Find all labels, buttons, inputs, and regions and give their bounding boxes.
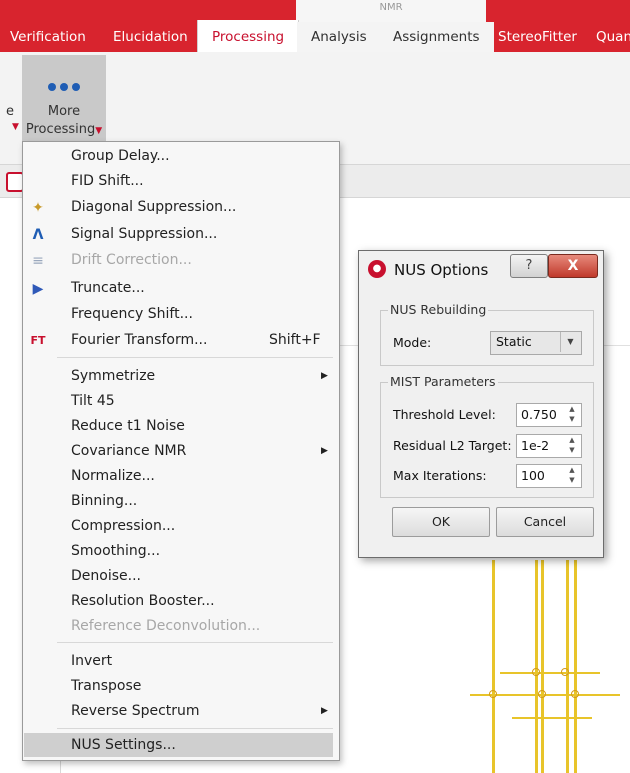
menu-item-normalize[interactable]: Normalize... <box>71 468 155 484</box>
spectrum-trace <box>512 717 592 719</box>
submenu-arrow-icon: ▶ <box>321 706 328 716</box>
menu-item-resolution-booster[interactable]: Resolution Booster... <box>71 593 215 609</box>
more-dots-icon <box>22 76 106 95</box>
threshold-label: Threshold Level: <box>393 407 496 422</box>
spectrum-peak <box>538 690 546 698</box>
tab-processing[interactable]: Processing <box>197 20 300 54</box>
menu-item-truncate[interactable]: Truncate... <box>71 280 145 296</box>
close-button[interactable]: X <box>548 254 598 278</box>
tab-analysis[interactable]: Analysis <box>297 22 381 52</box>
menu-item-group-delay[interactable]: Group Delay... <box>71 148 170 164</box>
mode-value: Static <box>496 334 532 349</box>
spinner-arrows-icon[interactable]: ▲ ▼ <box>565 465 579 485</box>
drift-correction-icon: ≡ <box>32 253 44 269</box>
spinner-arrows-icon[interactable]: ▲ ▼ <box>565 404 579 424</box>
menu-item-denoise[interactable]: Denoise... <box>71 568 141 584</box>
chevron-down-icon[interactable]: ▼ <box>560 332 580 352</box>
ok-button[interactable]: OK <box>392 507 490 537</box>
chevron-down-icon: ▼ <box>12 122 19 132</box>
submenu-arrow-icon: ▶ <box>321 371 328 381</box>
menu-item-drift-correction[interactable]: Drift Correction... <box>71 252 192 268</box>
menu-item-signal-suppression[interactable]: Signal Suppression... <box>71 226 217 242</box>
mist-parameters-label: MIST Parameters <box>388 374 498 389</box>
tab-stereofitter[interactable]: StereoFitter <box>498 22 577 52</box>
tab-assignments[interactable]: Assignments <box>379 22 494 52</box>
iterations-label: Max Iterations: <box>393 468 487 483</box>
mode-label: Mode: <box>393 335 432 350</box>
menu-item-invert[interactable]: Invert <box>71 653 112 669</box>
dialog-title: NUS Options <box>394 261 489 279</box>
menu-item-transpose[interactable]: Transpose <box>71 678 141 694</box>
more-processing-label-2: Processing▼ <box>25 122 103 137</box>
menu-item-diagonal-suppression[interactable]: Diagonal Suppression... <box>71 199 236 215</box>
signal-suppression-icon: Λ <box>32 227 44 243</box>
residual-value: 1e-2 <box>521 438 550 453</box>
spectrum-trace <box>535 560 538 773</box>
nus-rebuilding-label: NUS Rebuilding <box>388 302 489 317</box>
spectrum-trace <box>566 560 569 773</box>
tab-verification[interactable]: Verification <box>10 22 86 52</box>
menu-item-smoothing[interactable]: Smoothing... <box>71 543 160 559</box>
diagonal-suppression-icon: ✦ <box>32 200 44 216</box>
menu-item-fid-shift[interactable]: FID Shift... <box>71 173 144 189</box>
spectrum-peak <box>532 668 540 676</box>
spectrum-trace <box>541 560 544 773</box>
cancel-button[interactable]: Cancel <box>496 507 594 537</box>
menu-item-fourier-transform[interactable]: Fourier Transform... <box>71 332 207 348</box>
menu-item-reverse-spectrum[interactable]: Reverse Spectrum <box>71 703 200 719</box>
menu-separator <box>57 357 333 358</box>
iterations-value: 100 <box>521 468 545 483</box>
tab-quant[interactable]: Quant <box>596 22 630 52</box>
menu-item-reduce-t1-noise[interactable]: Reduce t1 Noise <box>71 418 185 434</box>
spectrum-peak <box>561 668 569 676</box>
menu-item-binning[interactable]: Binning... <box>71 493 137 509</box>
submenu-arrow-icon: ▶ <box>321 446 328 456</box>
ribbon-truncated-label: e <box>6 104 14 119</box>
spectrum-peak <box>489 690 497 698</box>
spectrum-peak <box>571 690 579 698</box>
menu-item-symmetrize[interactable]: Symmetrize <box>71 368 155 384</box>
menu-separator <box>57 642 333 643</box>
threshold-value: 0.750 <box>521 407 557 422</box>
menu-item-tilt-45[interactable]: Tilt 45 <box>71 393 115 409</box>
app-logo-icon: ● <box>368 260 386 278</box>
spectrum-trace <box>574 560 577 773</box>
menu-item-nus-settings[interactable]: NUS Settings... <box>71 737 176 753</box>
more-processing-label-1: More <box>47 104 81 119</box>
menu-separator <box>57 728 333 729</box>
menu-item-covariance-nmr[interactable]: Covariance NMR <box>71 443 186 459</box>
spectrum-trace <box>500 672 600 674</box>
spinner-arrows-icon[interactable]: ▲ ▼ <box>565 435 579 455</box>
nmr-group-label: NMR <box>379 2 403 13</box>
menu-item-compression[interactable]: Compression... <box>71 518 175 534</box>
help-button[interactable]: ? <box>510 254 548 278</box>
menu-item-frequency-shift[interactable]: Frequency Shift... <box>71 306 193 322</box>
residual-label: Residual L2 Target: <box>393 438 512 453</box>
spectrum-trace <box>492 560 495 773</box>
fourier-transform-icon: FT <box>30 334 46 347</box>
fourier-transform-shortcut: Shift+F <box>269 332 321 348</box>
more-processing-menu: Group Delay... FID Shift... ✦ Diagonal S… <box>22 141 340 761</box>
truncate-icon: ▶ <box>32 281 44 297</box>
tab-elucidation[interactable]: Elucidation <box>113 22 188 52</box>
menu-item-reference-deconvolution[interactable]: Reference Deconvolution... <box>71 618 260 634</box>
